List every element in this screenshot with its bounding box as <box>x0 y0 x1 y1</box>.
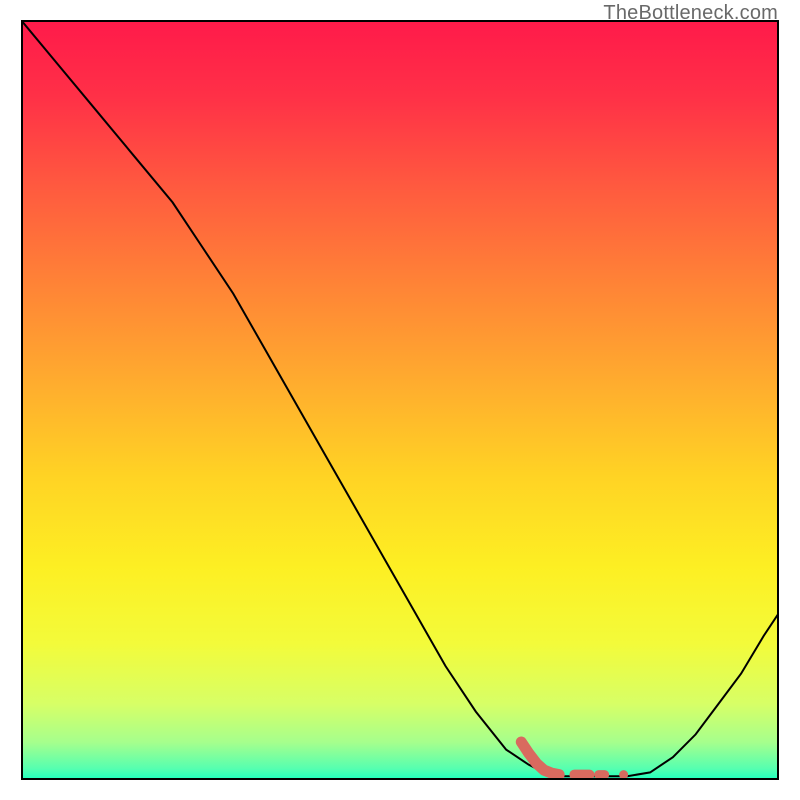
accent-segment <box>521 742 628 779</box>
bottleneck-curve <box>21 20 779 776</box>
plot-area <box>21 20 779 780</box>
watermark-text: TheBottleneck.com <box>603 2 778 25</box>
curve-layer <box>21 20 779 780</box>
chart-container: TheBottleneck.com <box>0 0 800 800</box>
